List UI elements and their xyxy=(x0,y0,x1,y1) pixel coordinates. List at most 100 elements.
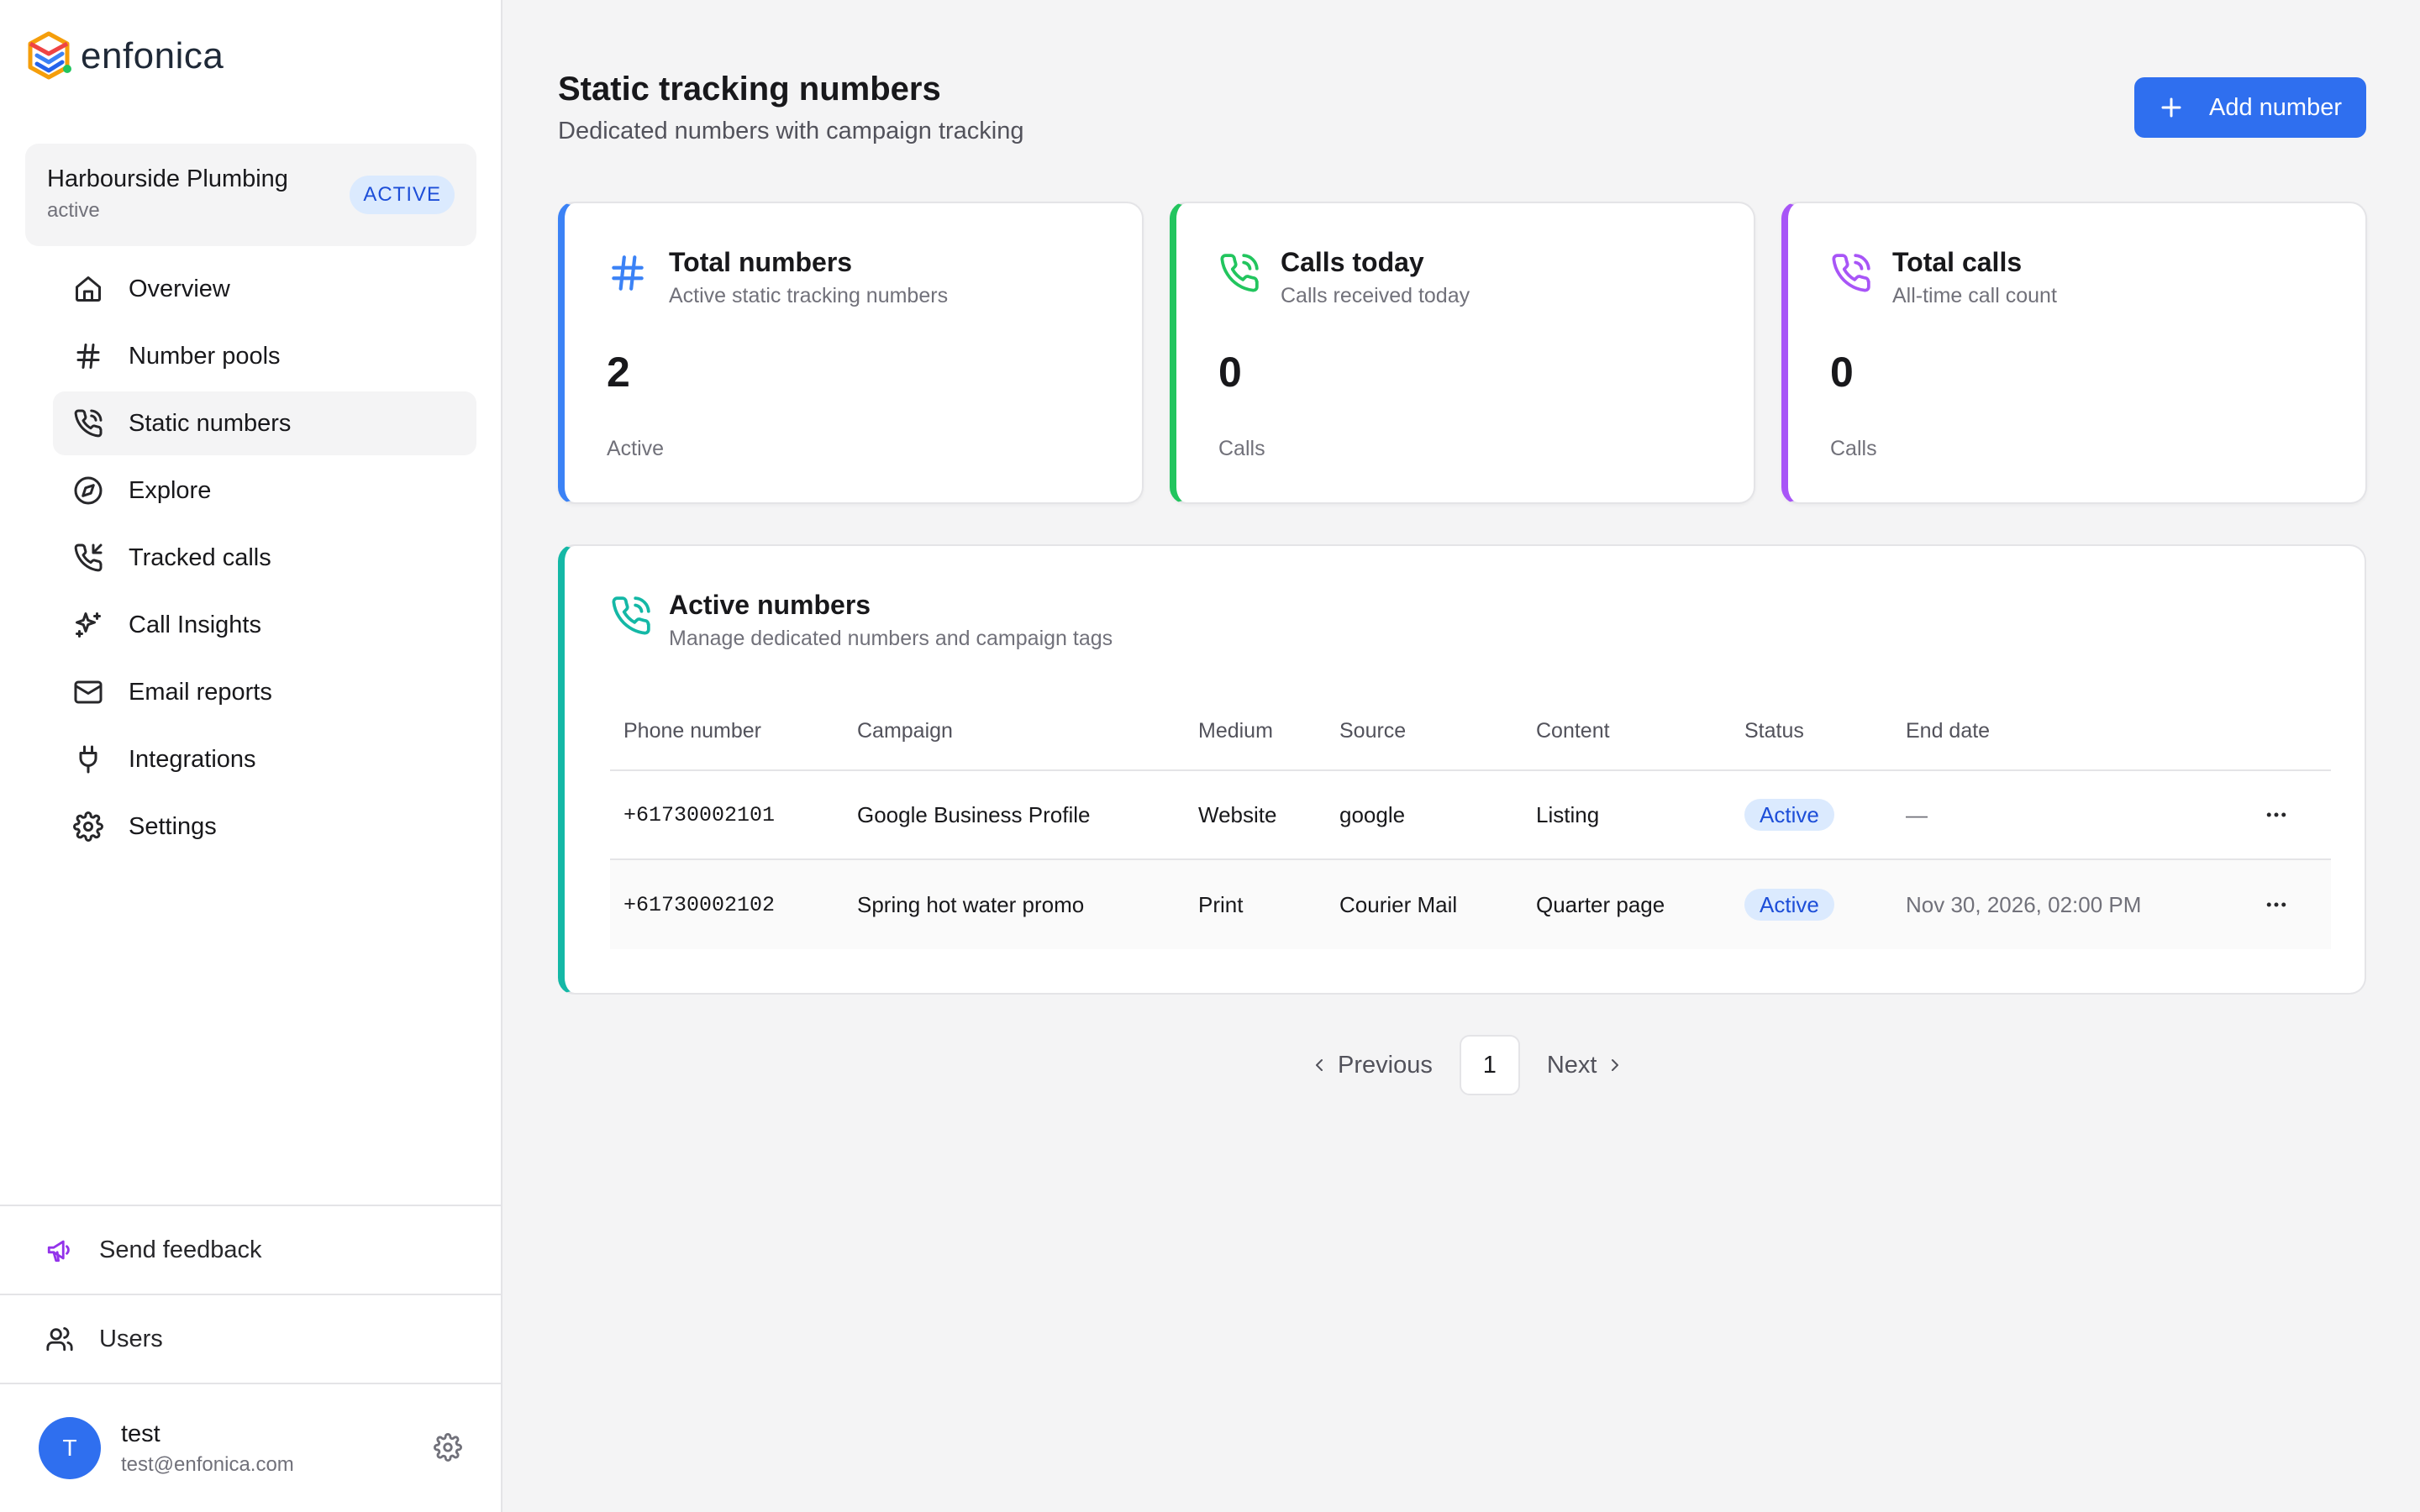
sidebar-item-email-reports[interactable]: Email reports xyxy=(53,660,476,724)
account-name: Harbourside Plumbing xyxy=(47,165,288,192)
sidebar-item-number-pools[interactable]: Number pools xyxy=(53,324,476,388)
sidebar-item-label: Call Insights xyxy=(129,611,261,638)
sidebar-nav: Overview Number pools Static numbers Exp… xyxy=(53,257,476,862)
sidebar-item-call-insights[interactable]: Call Insights xyxy=(53,593,476,657)
megaphone-icon xyxy=(47,1240,70,1263)
previous-page-button[interactable]: Previous xyxy=(1294,1035,1448,1095)
stat-title: Calls today xyxy=(1281,247,1424,277)
more-horizontal-icon xyxy=(2266,902,2286,907)
avatar: T xyxy=(39,1417,101,1479)
previous-label: Previous xyxy=(1338,1051,1433,1079)
row-actions-button[interactable] xyxy=(2264,802,2289,827)
stat-subtitle: Active static tracking numbers xyxy=(669,284,949,307)
campaign-cell: Spring hot water promo xyxy=(857,891,1085,917)
column-header: Campaign xyxy=(857,718,953,743)
users-button[interactable]: Users xyxy=(0,1294,501,1383)
stat-title: Total numbers xyxy=(669,247,853,277)
phone-icon xyxy=(612,596,650,635)
campaign-cell: Google Business Profile xyxy=(857,801,1091,827)
stat-card-total-numbers: Total numbers Active static tracking num… xyxy=(558,202,1144,504)
plug-icon xyxy=(79,745,97,774)
account-status: active xyxy=(47,199,100,222)
account-status-badge: ACTIVE xyxy=(350,176,455,214)
add-number-label: Add number xyxy=(2209,93,2342,121)
page-title: Static tracking numbers xyxy=(558,71,941,108)
sidebar-item-explore[interactable]: Explore xyxy=(53,459,476,522)
column-header: Content xyxy=(1536,718,1610,743)
send-feedback-label: Send feedback xyxy=(99,1236,262,1263)
add-number-button[interactable]: Add number xyxy=(2134,77,2366,138)
column-header: Source xyxy=(1339,718,1407,743)
mail-icon xyxy=(74,680,103,704)
user-name: test xyxy=(121,1420,160,1447)
stat-subtitle: Calls received today xyxy=(1281,284,1470,307)
row-actions-button[interactable] xyxy=(2264,892,2289,917)
phone-icon xyxy=(1220,254,1259,292)
card-title: Active numbers xyxy=(669,590,871,620)
content-cell: Listing xyxy=(1536,801,1600,827)
status-badge: Active xyxy=(1744,799,1834,831)
table-row[interactable]: +61730002102 Spring hot water promo Prin… xyxy=(610,860,2331,949)
sidebar-item-label: Integrations xyxy=(129,745,256,773)
sidebar-item-overview[interactable]: Overview xyxy=(53,257,476,321)
column-header: Phone number xyxy=(623,718,762,743)
phone-number-cell: +61730002101 xyxy=(623,802,776,827)
compass-icon xyxy=(74,476,103,505)
stat-title: Total calls xyxy=(1892,247,2023,277)
next-page-button[interactable]: Next xyxy=(1532,1035,1641,1095)
account-switcher[interactable]: Harbourside Plumbing active ACTIVE xyxy=(25,144,476,246)
column-header: End date xyxy=(1906,718,1991,743)
source-cell: Courier Mail xyxy=(1339,891,1458,917)
content-cell: Quarter page xyxy=(1536,891,1665,917)
stat-card-total-calls: Total calls All-time call count 0 Calls xyxy=(1781,202,2367,504)
hash-icon xyxy=(76,344,100,369)
sidebar-item-integrations[interactable]: Integrations xyxy=(53,727,476,791)
sidebar-item-static-numbers[interactable]: Static numbers xyxy=(53,391,476,455)
user-email: test@enfonica.com xyxy=(121,1452,294,1476)
brand-name: enfonica xyxy=(81,35,224,76)
status-badge: Active xyxy=(1744,889,1834,921)
send-feedback-button[interactable]: Send feedback xyxy=(0,1205,501,1294)
stat-unit: Calls xyxy=(1218,437,1265,460)
hash-icon xyxy=(612,255,644,291)
page-number-button[interactable]: 1 xyxy=(1459,1035,1520,1095)
medium-cell: Print xyxy=(1198,891,1244,917)
next-label: Next xyxy=(1546,1051,1597,1079)
home-icon xyxy=(76,276,101,302)
stat-card-calls-today: Calls today Calls received today 0 Calls xyxy=(1170,202,1755,504)
column-header: Status xyxy=(1744,718,1804,743)
chevron-right-icon xyxy=(1612,1059,1619,1071)
sidebar-item-tracked-calls[interactable]: Tracked calls xyxy=(53,526,476,590)
sidebar-item-label: Tracked calls xyxy=(129,543,271,571)
pagination: Previous 1 Next xyxy=(1294,1035,1640,1095)
user-profile[interactable]: T test test@enfonica.com xyxy=(0,1383,501,1512)
chevron-left-icon xyxy=(1316,1059,1323,1071)
table-row[interactable]: +61730002101 Google Business Profile Web… xyxy=(610,771,2331,860)
numbers-table: Phone number Campaign Medium Source Cont… xyxy=(610,692,2331,949)
more-horizontal-icon xyxy=(2266,812,2286,817)
plus-icon xyxy=(2161,97,2181,118)
active-numbers-card: Active numbers Manage dedicated numbers … xyxy=(558,544,2366,995)
gear-icon[interactable] xyxy=(434,1433,462,1462)
table-header: Phone number Campaign Medium Source Cont… xyxy=(610,692,2331,771)
sparkles-icon xyxy=(76,612,101,638)
sidebar-item-settings[interactable]: Settings xyxy=(53,795,476,858)
stat-unit: Active xyxy=(607,437,665,460)
sidebar-item-label: Static numbers xyxy=(129,409,292,437)
sidebar-item-label: Email reports xyxy=(129,678,272,706)
phone-incoming-icon xyxy=(74,543,103,572)
stat-unit: Calls xyxy=(1830,437,1877,460)
enfonica-logo-icon xyxy=(28,31,71,80)
stat-subtitle: All-time call count xyxy=(1892,284,2057,307)
medium-cell: Website xyxy=(1198,801,1277,827)
column-header: Medium xyxy=(1198,718,1273,743)
sidebar: enfonica Harbourside Plumbing active ACT… xyxy=(0,0,502,1512)
user-info: test test@enfonica.com xyxy=(121,1420,294,1477)
brand-logo[interactable]: enfonica xyxy=(25,30,224,82)
phone-icon xyxy=(74,409,103,438)
phone-icon xyxy=(1832,254,1870,292)
users-label: Users xyxy=(99,1325,163,1352)
users-icon xyxy=(46,1326,73,1352)
sidebar-item-label: Settings xyxy=(129,812,217,840)
source-cell: google xyxy=(1339,801,1406,827)
